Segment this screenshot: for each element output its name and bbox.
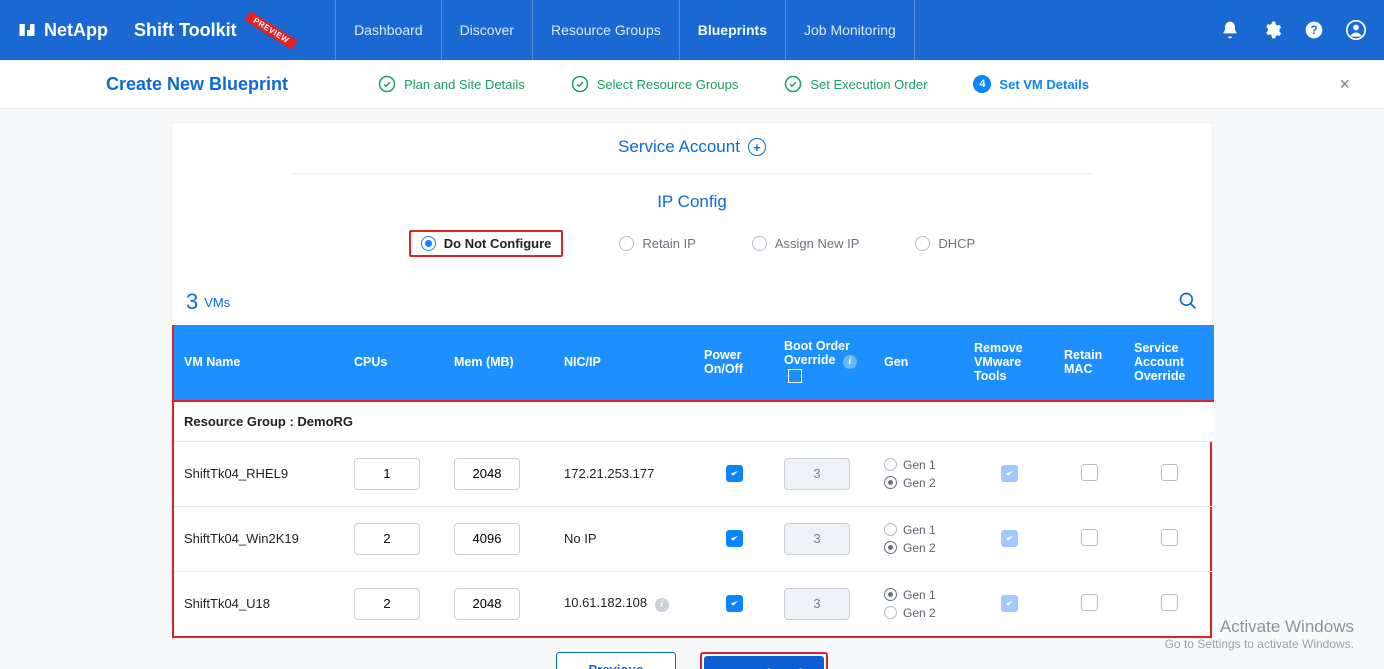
- vm-table: VM NameCPUsMem (MB)NIC/IPPower On/OffBoo…: [172, 325, 1212, 638]
- boot-order-input[interactable]: [784, 588, 850, 620]
- info-icon[interactable]: i: [843, 355, 857, 369]
- checkbox[interactable]: [1081, 529, 1098, 546]
- step-set-execution-order[interactable]: Set Execution Order: [784, 75, 927, 93]
- checkbox[interactable]: [726, 595, 743, 612]
- vm-name: ShiftTk04_RHEL9: [174, 441, 344, 506]
- col-vm-name: VM Name: [174, 325, 344, 401]
- divider: [292, 173, 1092, 174]
- checkbox[interactable]: [726, 465, 743, 482]
- wizard-title: Create New Blueprint: [106, 74, 288, 95]
- nic-ip: 10.61.182.108 i: [554, 571, 694, 636]
- table-row: ShiftTk04_RHEL9 172.21.253.177 Gen 1 Gen 2: [174, 441, 1214, 506]
- resource-group-row: Resource Group : DemoRG: [174, 401, 1214, 442]
- main-nav: DashboardDiscoverResource GroupsBlueprin…: [335, 0, 915, 60]
- checkbox[interactable]: [1001, 595, 1018, 612]
- search-icon[interactable]: [1178, 291, 1198, 314]
- table-body: Resource Group : DemoRGShiftTk04_RHEL9 17…: [174, 401, 1214, 636]
- checkbox[interactable]: [1001, 465, 1018, 482]
- info-icon[interactable]: i: [655, 598, 669, 612]
- vm-name: ShiftTk04_Win2K19: [174, 506, 344, 571]
- windows-watermark: Activate Windows Go to Settings to activ…: [1165, 617, 1354, 651]
- gen-radio[interactable]: Gen 2: [884, 476, 954, 490]
- highlight-box: Create Blueprint: [700, 652, 828, 669]
- mem-input[interactable]: [454, 588, 520, 620]
- cpu-input[interactable]: [354, 523, 420, 555]
- col-gen: Gen: [874, 325, 964, 401]
- mem-input[interactable]: [454, 523, 520, 555]
- vm-details-panel: Service Account + IP Config Do Not Confi…: [172, 123, 1212, 638]
- nic-ip: No IP: [554, 506, 694, 571]
- checkbox[interactable]: [1161, 594, 1178, 611]
- svg-text:?: ?: [1310, 24, 1317, 37]
- col-cpus: CPUs: [344, 325, 444, 401]
- nav-resource-groups[interactable]: Resource Groups: [532, 0, 679, 60]
- bell-icon[interactable]: [1220, 20, 1240, 40]
- boot-order-input[interactable]: [784, 523, 850, 555]
- mem-input[interactable]: [454, 458, 520, 490]
- gen-radio[interactable]: Gen 2: [884, 541, 954, 555]
- ipconfig-dhcp[interactable]: DHCP: [915, 230, 975, 257]
- col-retain-mac: Retain MAC: [1054, 325, 1124, 401]
- nav-dashboard[interactable]: Dashboard: [335, 0, 441, 60]
- wizard-steps-bar: Create New Blueprint Plan and Site Detai…: [0, 60, 1384, 109]
- service-account-header: Service Account +: [172, 123, 1212, 165]
- gen-radio[interactable]: Gen 1: [884, 523, 954, 537]
- boot-order-input[interactable]: [784, 458, 850, 490]
- gen-radio[interactable]: Gen 2: [884, 606, 954, 620]
- gear-icon[interactable]: [1262, 20, 1282, 40]
- checkbox[interactable]: [1161, 464, 1178, 481]
- nic-ip: 172.21.253.177: [554, 441, 694, 506]
- close-icon[interactable]: ×: [1331, 70, 1358, 99]
- col-service-account-override: Service Account Override: [1124, 325, 1214, 401]
- vm-count-summary: 3 VMs: [172, 271, 1212, 325]
- brand-logo[interactable]: NetApp: [18, 20, 108, 41]
- nav-discover[interactable]: Discover: [441, 0, 532, 60]
- col-power-on-off: Power On/Off: [694, 325, 774, 401]
- cpu-input[interactable]: [354, 458, 420, 490]
- table-row: ShiftTk04_Win2K19 No IP Gen 1 Gen 2: [174, 506, 1214, 571]
- checkbox[interactable]: [1081, 464, 1098, 481]
- app-header: NetApp Shift Toolkit PREVIEW DashboardDi…: [0, 0, 1384, 60]
- preview-ribbon: PREVIEW: [244, 10, 298, 49]
- ipconfig-assign-new-ip[interactable]: Assign New IP: [752, 230, 860, 257]
- nav-blueprints[interactable]: Blueprints: [679, 0, 785, 60]
- user-icon[interactable]: [1346, 20, 1366, 40]
- gen-radio[interactable]: Gen 1: [884, 588, 954, 602]
- product-name: Shift Toolkit PREVIEW: [134, 20, 299, 41]
- vm-name: ShiftTk04_U18: [174, 571, 344, 636]
- ip-config-options: Do Not Configure Retain IP Assign New IP DH…: [172, 220, 1212, 271]
- table-header-row: VM NameCPUsMem (MB)NIC/IPPower On/OffBoo…: [174, 325, 1214, 401]
- brand-name: NetApp: [44, 20, 108, 41]
- ip-config-header: IP Config: [172, 182, 1212, 220]
- checkbox[interactable]: [726, 530, 743, 547]
- wizard-steps: Plan and Site Details Select Resource Gro…: [378, 75, 1089, 93]
- wizard-footer: Previous Create Blueprint: [0, 652, 1384, 669]
- col-mem-mb-: Mem (MB): [444, 325, 554, 401]
- col-nic-ip: NIC/IP: [554, 325, 694, 401]
- checkbox[interactable]: [1001, 530, 1018, 547]
- nav-job-monitoring[interactable]: Job Monitoring: [785, 0, 915, 60]
- netapp-icon: [18, 21, 36, 39]
- add-service-account-button[interactable]: +: [748, 138, 766, 156]
- checkbox[interactable]: [1161, 529, 1178, 546]
- help-icon[interactable]: ?: [1304, 20, 1324, 40]
- table-row: ShiftTk04_U18 10.61.182.108 i Gen 1 Gen 2: [174, 571, 1214, 636]
- checkbox[interactable]: [1081, 594, 1098, 611]
- step-plan-and-site-details[interactable]: Plan and Site Details: [378, 75, 525, 93]
- cpu-input[interactable]: [354, 588, 420, 620]
- gen-radio[interactable]: Gen 1: [884, 458, 954, 472]
- previous-button[interactable]: Previous: [556, 652, 676, 669]
- checkbox-icon[interactable]: [788, 369, 802, 383]
- step-select-resource-groups[interactable]: Select Resource Groups: [571, 75, 739, 93]
- col-boot-order-override: Boot Order Override i: [774, 325, 874, 401]
- ipconfig-do-not-configure[interactable]: Do Not Configure: [409, 230, 564, 257]
- create-blueprint-button[interactable]: Create Blueprint: [704, 656, 824, 669]
- col-remove-vmware-tools: Remove VMware Tools: [964, 325, 1054, 401]
- step-set-vm-details[interactable]: 4Set VM Details: [973, 75, 1089, 93]
- ipconfig-retain-ip[interactable]: Retain IP: [619, 230, 695, 257]
